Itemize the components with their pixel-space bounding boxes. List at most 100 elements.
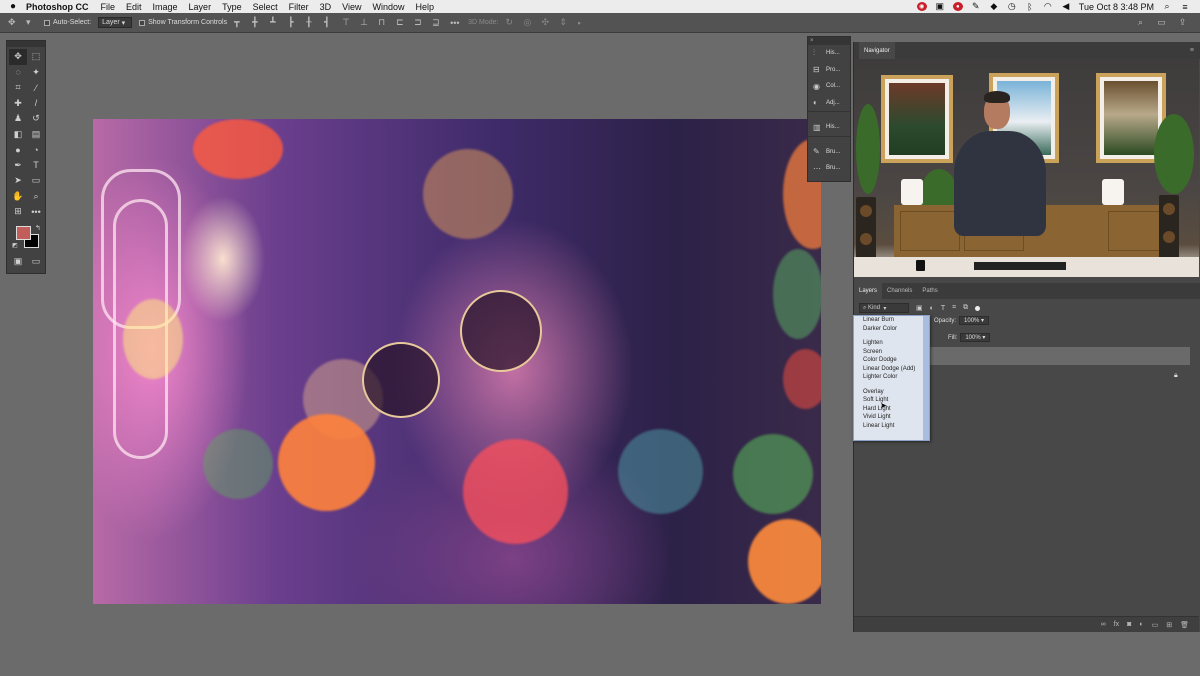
apple-menu-icon[interactable]: ● [0,1,26,12]
marquee-tool-icon[interactable]: ⬚ [27,49,45,65]
blend-option[interactable]: Screen [854,348,929,357]
blend-option[interactable]: Lighten [854,339,929,348]
creative-cloud-icon[interactable]: ◉ [916,2,927,11]
blend-mode-dropdown[interactable]: Linear Burn Darker Color Lighten Screen … [853,315,930,441]
blend-option[interactable]: Vivid Light [854,413,929,422]
more-tools-icon[interactable]: ••• [27,204,45,220]
selected-layer-row[interactable] [924,347,1190,365]
record-icon[interactable]: ● [952,2,963,11]
menu-type[interactable]: Type [222,2,242,12]
magic-wand-tool-icon[interactable]: ✦ [27,65,45,81]
distribute-bottom-icon[interactable]: ⊓ [378,17,389,28]
quick-mask-icon[interactable]: ▣ [9,254,27,270]
layer-mask-icon[interactable]: ◙ [1127,621,1131,628]
timer-icon[interactable]: ◷ [1007,1,1017,11]
distribute-right-icon[interactable]: ⊒ [432,17,443,28]
tab-paths[interactable]: Paths [917,283,942,299]
wacom-icon[interactable]: ✎ [971,1,981,11]
panel-menu-icon[interactable]: ≡ [1190,47,1200,54]
share-icon[interactable]: ⇪ [1177,17,1188,28]
3d-roll-icon[interactable]: ◎ [523,17,534,28]
pixel-filter-icon[interactable]: ▣ [916,304,923,312]
strip-color[interactable]: ◉ Col... [808,78,850,95]
edit-toolbar-icon[interactable]: ⊞ [9,204,27,220]
bluetooth-icon[interactable]: ᛒ [1025,2,1035,12]
tab-navigator[interactable]: Navigator [859,42,895,59]
adjustment-filter-icon[interactable]: ◐ [930,305,934,312]
chevron-down-icon[interactable]: ▾ [26,17,37,28]
blend-option[interactable]: Linear Dodge (Add) [854,365,929,374]
shape-tool-icon[interactable]: ▭ [27,173,45,189]
menu-window[interactable]: Window [372,2,404,12]
align-bottom-icon[interactable]: ┻ [270,17,281,28]
document-canvas[interactable] [93,119,821,604]
wifi-icon[interactable]: ◠ [1043,1,1053,11]
default-colors-icon[interactable]: ◩ [12,242,18,249]
distribute-left-icon[interactable]: ⊏ [396,17,407,28]
lasso-tool-icon[interactable]: ◌ [9,65,27,81]
new-group-icon[interactable]: ▭ [1152,621,1159,629]
menu-edit[interactable]: Edit [126,2,142,12]
shape-filter-icon[interactable]: ⌗ [952,304,956,312]
3d-pan-icon[interactable]: ✣ [541,17,552,28]
clone-stamp-tool-icon[interactable]: ♟ [9,111,27,127]
zoom-tool-icon[interactable]: ⌕ [27,189,45,205]
eyedropper-tool-icon[interactable]: ⁄ [27,80,45,96]
3d-orbit-icon[interactable]: ↻ [505,17,516,28]
menu-help[interactable]: Help [415,2,434,12]
dropbox-icon[interactable]: ◆ [989,1,999,11]
move-tool-icon[interactable]: ✥ [9,49,27,65]
type-filter-icon[interactable]: T [941,305,945,312]
menu-file[interactable]: File [101,2,116,12]
blend-option[interactable]: Overlay [854,388,929,397]
strip-history[interactable]: ▥ His... [808,119,850,136]
strip-adjustments[interactable]: ◐ Adj... [808,95,850,112]
tab-layers[interactable]: Layers [854,283,883,299]
distribute-top-icon[interactable]: ⊤ [342,17,353,28]
lock-icon[interactable]: 🔒︎ [1174,372,1178,380]
3d-slide-icon[interactable]: ⇕ [559,17,570,28]
menu-select[interactable]: Select [253,2,278,12]
spotlight-search-icon[interactable]: ⌕ [1162,1,1172,11]
adjustment-layer-icon[interactable]: ◐ [1139,621,1143,628]
blend-option[interactable]: Hard Light [854,405,929,414]
strip-brush[interactable]: ✎ Bru... [808,144,850,161]
layer-kind-filter[interactable]: ⌕ Kind ▾ [859,303,909,313]
transform-controls-checkbox[interactable] [139,19,146,26]
type-tool-icon[interactable]: T [27,158,45,174]
strip-properties[interactable]: ⊟ Pro... [808,62,850,79]
opacity-field[interactable]: 100% ▾ [959,316,990,325]
trash-icon[interactable]: 🗑︎ [1180,621,1189,629]
auto-select-dropdown[interactable]: Layer ▾ [98,17,133,28]
strip-header[interactable]: × [808,37,850,45]
navigator-preview[interactable] [854,59,1199,277]
link-layers-icon[interactable]: ∞ [1101,621,1106,628]
align-top-icon[interactable]: ┳ [234,17,245,28]
align-hcenter-icon[interactable]: ╂ [306,17,317,28]
brush-tool-icon[interactable]: / [27,96,45,112]
strip-histogram[interactable]: ⫶ His... [808,45,850,62]
search-icon[interactable]: ⌕ [1135,17,1146,28]
blur-tool-icon[interactable]: ● [9,142,27,158]
new-layer-icon[interactable]: ⊞ [1166,621,1172,629]
align-left-icon[interactable]: ┣ [288,17,299,28]
eraser-tool-icon[interactable]: ◧ [9,127,27,143]
history-brush-tool-icon[interactable]: ↺ [27,111,45,127]
align-right-icon[interactable]: ┫ [324,17,335,28]
menu-layer[interactable]: Layer [189,2,212,12]
dropdown-scrollbar[interactable] [923,316,929,440]
auto-select-checkbox[interactable] [44,19,50,26]
menu-image[interactable]: Image [153,2,178,12]
healing-brush-tool-icon[interactable]: ✚ [9,96,27,112]
path-selection-tool-icon[interactable]: ➤ [9,173,27,189]
control-center-icon[interactable]: ≡ [1180,2,1190,12]
blend-option[interactable]: Darker Color [854,325,929,334]
hand-tool-icon[interactable]: ✋ [9,189,27,205]
swap-colors-icon[interactable]: ↰ [35,224,41,232]
layer-style-icon[interactable]: fx [1114,621,1119,628]
more-options-icon[interactable]: ••• [450,18,461,28]
app-menu[interactable]: Photoshop CC [26,2,89,12]
screen-mode-icon[interactable]: ▭ [27,254,45,270]
fill-field[interactable]: 100% ▾ [960,333,991,342]
screen-icon[interactable]: ▣ [935,1,945,11]
